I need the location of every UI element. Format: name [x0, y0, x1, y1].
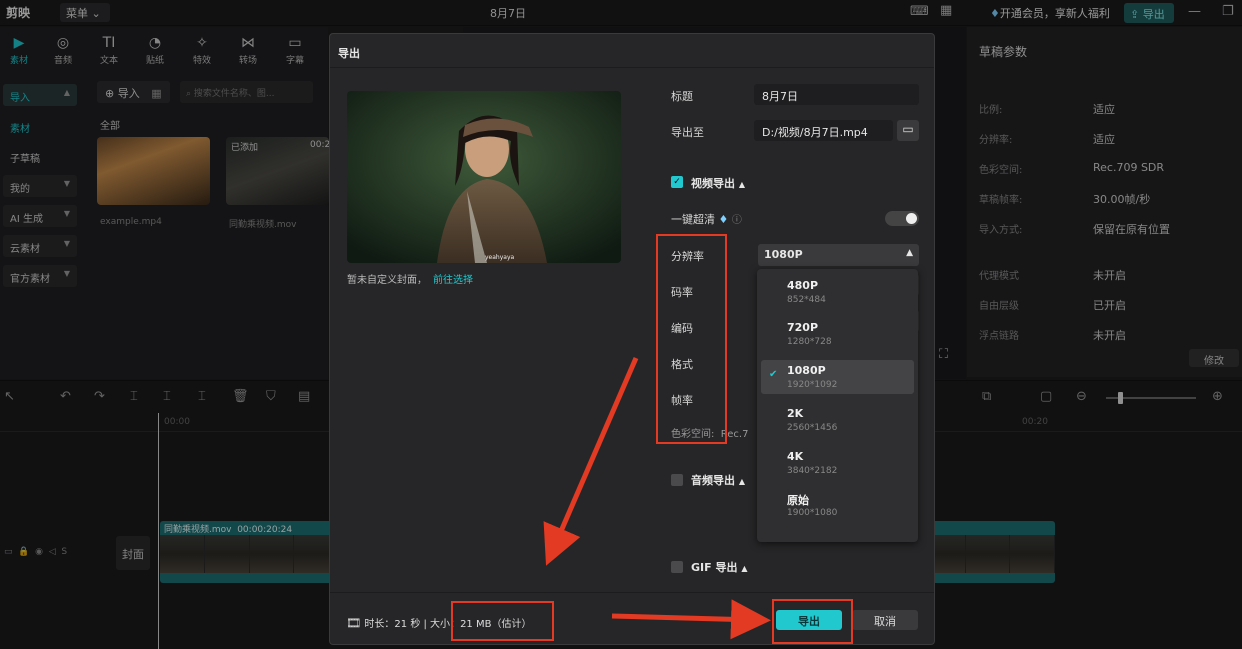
arrow-down-to-size [543, 357, 639, 566]
app-window: 剪映 菜单 ⌄ 8月7日 ⌨ ▦ ♦开通会员，享新人福利 ⇪ 导出 — ❐ ▶ 素… [0, 0, 1242, 649]
annotation-arrows [543, 357, 771, 640]
arrow-to-export [611, 599, 771, 640]
